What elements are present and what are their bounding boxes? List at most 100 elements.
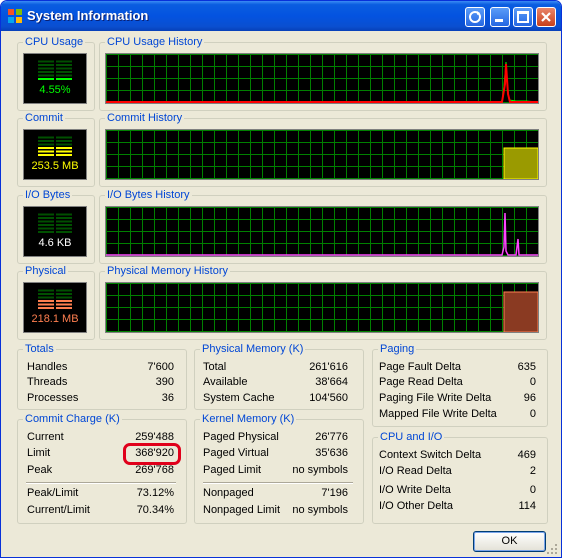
- commit-history-label: Commit History: [105, 111, 185, 125]
- page-fault-delta-value: 635: [517, 361, 536, 373]
- pm-cache-label: System Cache: [203, 392, 275, 404]
- physical-memory-group: Physical Memory (K) Total 261'616 Availa…: [194, 342, 364, 410]
- commit-value: 253.5 MB: [31, 160, 79, 172]
- commit-history-graph: [105, 129, 539, 180]
- physical-memory-label: Physical Memory (K): [200, 342, 306, 356]
- io-bytes-label: I/O Bytes: [23, 188, 73, 202]
- physical-meter-bars: [38, 289, 72, 309]
- pm-total-label: Total: [203, 361, 227, 373]
- cpu-history-label: CPU Usage History: [105, 35, 205, 49]
- paging-file-write-delta-label: Paging File Write Delta: [379, 392, 492, 404]
- minimize-button[interactable]: [490, 7, 510, 27]
- physical-history-label: Physical Memory History: [105, 264, 231, 278]
- processes-value: 36: [161, 392, 174, 404]
- pm-available-label: Available: [203, 376, 248, 388]
- peak-limit-value: 73.12%: [136, 487, 174, 499]
- mapped-file-write-delta-value: 0: [529, 408, 536, 420]
- io-history-label: I/O Bytes History: [105, 188, 192, 202]
- current-limit-label: Current/Limit: [27, 504, 90, 516]
- pm-total-value: 261'616: [309, 361, 348, 373]
- limit-highlight-annotation: [123, 443, 181, 465]
- km-nonpaged-label: Nonpaged: [203, 487, 254, 499]
- pm-available-value: 38'664: [315, 376, 348, 388]
- threads-label: Threads: [27, 376, 68, 388]
- physical-history-graph: [105, 282, 539, 333]
- commit-charge-group: Commit Charge (K) Current 259'488 Limit …: [17, 412, 187, 524]
- commit-current-label: Current: [27, 431, 64, 443]
- cpu-history-group: CPU Usage History: [99, 35, 547, 111]
- io-history-graph: [105, 206, 539, 257]
- cpu-usage-group: CPU Usage 4.55%: [17, 35, 95, 111]
- refresh-button[interactable]: [465, 7, 485, 27]
- km-paged-virtual-value: 35'636: [315, 447, 348, 459]
- handles-value: 7'600: [147, 361, 174, 373]
- km-paged-limit-label: Paged Limit: [203, 464, 262, 476]
- ok-button[interactable]: OK: [473, 531, 546, 552]
- km-paged-physical-value: 26'776: [315, 431, 348, 443]
- mapped-file-write-delta-label: Mapped File Write Delta: [379, 408, 497, 420]
- commit-group: Commit 253.5 MB: [17, 111, 95, 187]
- commit-charge-divider: [26, 482, 176, 484]
- km-nonpaged-limit-label: Nonpaged Limit: [203, 504, 281, 516]
- physical-value: 218.1 MB: [31, 313, 79, 325]
- cpu-history-plot: [106, 54, 538, 103]
- commit-history-group: Commit History: [99, 111, 547, 187]
- system-info-app-icon: [7, 8, 23, 24]
- maximize-icon: [517, 11, 529, 23]
- current-limit-value: 70.34%: [136, 504, 174, 516]
- commit-meter: 253.5 MB: [23, 129, 87, 180]
- minimize-icon: [495, 19, 503, 22]
- context-switch-delta-value: 469: [517, 449, 536, 461]
- km-nonpaged-limit-value: no symbols: [292, 504, 348, 516]
- io-bytes-value: 4.6 KB: [38, 237, 72, 249]
- io-other-delta-value: 114: [518, 500, 536, 512]
- physical-label: Physical: [23, 264, 68, 278]
- title-bar[interactable]: System Information: [1, 1, 561, 31]
- commit-limit-label: Limit: [27, 447, 51, 459]
- commit-meter-bars: [38, 136, 72, 156]
- io-read-delta-label: I/O Read Delta: [379, 465, 452, 477]
- page-fault-delta-label: Page Fault Delta: [379, 361, 461, 373]
- io-write-delta-value: 0: [529, 484, 536, 496]
- cpu-and-io-group: CPU and I/O Context Switch Delta 469 I/O…: [372, 430, 548, 524]
- km-paged-physical-label: Paged Physical: [203, 431, 279, 443]
- io-read-delta-value: 2: [529, 465, 536, 477]
- io-other-delta-label: I/O Other Delta: [379, 500, 453, 512]
- kernel-memory-label: Kernel Memory (K): [200, 412, 297, 426]
- handles-label: Handles: [27, 361, 68, 373]
- io-history-plot: [106, 207, 538, 256]
- io-history-group: I/O Bytes History: [99, 188, 547, 264]
- paging-label: Paging: [378, 342, 417, 356]
- cpu-meter-bars: [38, 60, 72, 80]
- close-icon: [541, 12, 551, 22]
- page-read-delta-label: Page Read Delta: [379, 376, 463, 388]
- km-paged-limit-value: no symbols: [292, 464, 348, 476]
- peak-limit-label: Peak/Limit: [27, 487, 79, 499]
- close-button[interactable]: [536, 7, 556, 27]
- processes-label: Processes: [27, 392, 79, 404]
- io-meter-bars: [38, 213, 72, 233]
- refresh-icon: [469, 11, 481, 23]
- cpu-usage-value: 4.55%: [39, 84, 71, 96]
- km-nonpaged-value: 7'196: [321, 487, 348, 499]
- cpu-and-io-label: CPU and I/O: [378, 430, 445, 444]
- paging-file-write-delta-value: 96: [523, 392, 536, 404]
- io-write-delta-label: I/O Write Delta: [379, 484, 451, 496]
- cpu-usage-label: CPU Usage: [23, 35, 86, 49]
- pm-cache-value: 104'560: [309, 392, 348, 404]
- physical-history-group: Physical Memory History: [99, 264, 547, 340]
- physical-group: Physical 218.1 MB: [17, 264, 95, 340]
- commit-peak-label: Peak: [27, 464, 53, 476]
- totals-group: Totals Handles 7'600 Threads 390 Process…: [17, 342, 187, 410]
- km-paged-virtual-label: Paged Virtual: [203, 447, 269, 459]
- io-bytes-group: I/O Bytes 4.6 KB: [17, 188, 95, 264]
- commit-label: Commit: [23, 111, 65, 125]
- kernel-memory-group: Kernel Memory (K) Paged Physical 26'776 …: [194, 412, 364, 524]
- physical-meter: 218.1 MB: [23, 282, 87, 333]
- maximize-button[interactable]: [513, 7, 533, 27]
- cpu-history-graph: [105, 53, 539, 104]
- page-read-delta-value: 0: [529, 376, 536, 388]
- window-title: System Information: [27, 8, 149, 23]
- commit-history-plot: [106, 130, 538, 179]
- resize-grip-icon[interactable]: [546, 543, 559, 556]
